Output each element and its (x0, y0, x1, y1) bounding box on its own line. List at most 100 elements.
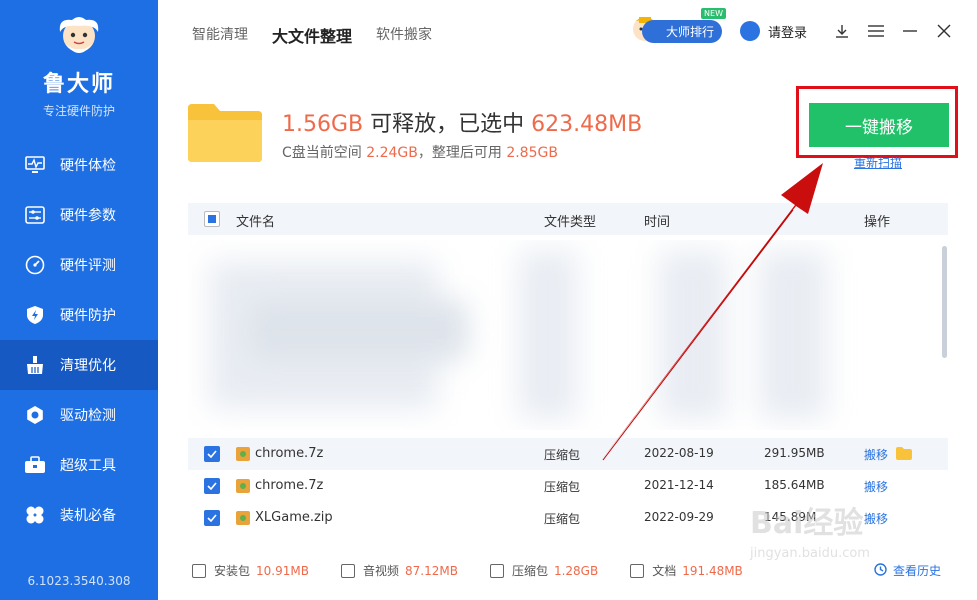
scrollbar[interactable] (942, 246, 947, 358)
move-link[interactable]: 搬移 (864, 446, 888, 463)
sidebar-nav: 硬件体检 硬件参数 硬件评测 硬件防护 清理优化 驱动检测 超级工具 装机必备 (0, 140, 158, 540)
toolbox-icon (24, 454, 46, 476)
rank-button[interactable]: 大师排行 NEW (630, 8, 726, 44)
rank-label: 大师排行 (641, 19, 722, 43)
file-type: 压缩包 (544, 448, 581, 462)
column-header-type[interactable]: 文件类型 (544, 211, 596, 230)
tab-smart-clean[interactable]: 智能清理 (192, 24, 248, 47)
stat-media[interactable]: 音视频 87.12MB (340, 562, 458, 579)
sidebar-item-label: 驱动检测 (60, 408, 116, 424)
current-space-label: C盘当前空间 (282, 145, 362, 161)
shield-icon (24, 304, 46, 326)
tab-bar: 智能清理 大文件整理 软件搬家 (192, 24, 456, 47)
file-time: 2021-12-14 (644, 478, 714, 492)
sidebar-item-label: 装机必备 (60, 508, 116, 524)
stat-value: 87.12MB (404, 563, 458, 578)
sidebar-item-hardware-benchmark[interactable]: 硬件评测 (0, 240, 158, 290)
watermark-url: jingyan.baidu.com (750, 546, 870, 561)
sidebar-item-label: 硬件评测 (60, 258, 116, 274)
stat-label: 安装包 (214, 564, 251, 578)
after-space-label: ，整理后可用 (417, 145, 502, 161)
play-icon (340, 563, 355, 578)
rescan-link[interactable]: 重新扫描 (854, 154, 902, 171)
column-header-action: 操作 (864, 215, 891, 230)
file-name: XLGame.zip (255, 510, 333, 525)
login-button[interactable]: 请登录 (739, 21, 807, 41)
row-checkbox[interactable] (204, 446, 220, 462)
monitor-pulse-icon (24, 154, 46, 176)
sliders-icon (24, 204, 46, 226)
tab-software-move[interactable]: 软件搬家 (376, 24, 432, 47)
releasable-size: 1.56GB (282, 112, 364, 137)
current-space-value: 2.24GB (366, 145, 418, 161)
download-icon[interactable] (825, 21, 859, 41)
avatar (739, 21, 760, 41)
zip-icon (489, 563, 504, 578)
after-space-value: 2.85GB (506, 145, 558, 161)
brand-name: 鲁大师 (42, 72, 115, 97)
version-label: 6.1023.3540.308 (27, 574, 131, 588)
table-row[interactable]: chrome.7z 压缩包 2022-08-19 291.95MB 搬移 (188, 438, 948, 470)
file-size: 291.95MB (764, 446, 825, 460)
table-header: 文件名 文件类型 时间 操作 (188, 203, 948, 235)
highlight-box: 一键搬移 (796, 86, 958, 158)
releasable-summary: 1.56GB 可释放，已选中 623.48MB (282, 106, 642, 138)
stat-label: 音视频 (362, 564, 399, 578)
brand-tagline: 专注硬件防护 (42, 104, 115, 118)
file-type: 压缩包 (544, 480, 581, 494)
tab-large-files[interactable]: 大文件整理 (272, 23, 352, 47)
clover-icon (24, 504, 46, 526)
gear-icon (24, 404, 46, 426)
sidebar-item-label: 清理优化 (60, 358, 116, 374)
file-type: 压缩包 (544, 512, 581, 526)
stat-documents[interactable]: 文档 191.48MB (630, 562, 743, 579)
package-icon (192, 563, 206, 578)
menu-icon[interactable] (859, 21, 893, 41)
open-folder-icon[interactable] (896, 447, 912, 464)
column-header-time[interactable]: 时间 (644, 211, 670, 230)
move-link[interactable]: 搬移 (864, 478, 888, 495)
blurred-file-list (188, 240, 933, 430)
sidebar-item-label: 硬件防护 (60, 308, 116, 324)
stat-label: 文档 (652, 564, 677, 578)
file-time: 2022-09-29 (644, 510, 714, 524)
master-face-icon (54, 14, 104, 60)
document-icon (630, 563, 645, 578)
folder-icon (188, 102, 262, 162)
file-time: 2022-08-19 (644, 446, 714, 460)
sidebar-item-hardware-check[interactable]: 硬件体检 (0, 140, 158, 190)
baidu-watermark: Bai经验 jingyan.baidu.com (750, 498, 950, 588)
sidebar-item-label: 硬件参数 (60, 208, 116, 224)
sidebar-item-hardware-protection[interactable]: 硬件防护 (0, 290, 158, 340)
archive-file-icon (236, 479, 250, 493)
sidebar-item-essentials[interactable]: 装机必备 (0, 490, 158, 540)
one-click-move-button[interactable]: 一键搬移 (809, 103, 949, 147)
stat-label: 压缩包 (511, 564, 548, 578)
login-label: 请登录 (767, 25, 807, 41)
row-checkbox[interactable] (204, 510, 220, 526)
column-header-name[interactable]: 文件名 (236, 211, 275, 230)
sidebar-item-hardware-params[interactable]: 硬件参数 (0, 190, 158, 240)
broom-icon (24, 354, 46, 376)
stat-archives[interactable]: 压缩包 1.28GB (489, 562, 598, 579)
row-checkbox[interactable] (204, 478, 220, 494)
stat-installers[interactable]: 安装包 10.91MB (192, 562, 309, 579)
close-icon[interactable] (927, 21, 961, 41)
top-bar: 智能清理 大文件整理 软件搬家 大师排行 NEW 请登录 (158, 0, 977, 70)
sidebar: 鲁大师 专注硬件防护 硬件体检 硬件参数 硬件评测 硬件防护 清理优化 驱动检测… (0, 0, 158, 600)
sidebar-item-driver-check[interactable]: 驱动检测 (0, 390, 158, 440)
space-summary: C盘当前空间 2.24GB，整理后可用 2.85GB (282, 142, 558, 162)
selected-size: 623.48MB (531, 112, 643, 137)
minimize-icon[interactable] (893, 21, 927, 41)
select-all-checkbox[interactable] (204, 211, 220, 227)
gauge-icon (24, 254, 46, 276)
sidebar-item-cleanup[interactable]: 清理优化 (0, 340, 158, 390)
archive-file-icon (236, 511, 250, 525)
new-badge: NEW (701, 8, 726, 19)
file-size: 185.64MB (764, 478, 825, 492)
watermark-brand: Bai经验 (750, 506, 864, 541)
category-stats: 安装包 10.91MB 音视频 87.12MB 压缩包 1.28GB 文档 19… (192, 562, 775, 579)
releasable-text: 可释放，已选中 (370, 112, 525, 137)
top-right-controls: 大师排行 NEW 请登录 (630, 8, 961, 44)
sidebar-item-super-tools[interactable]: 超级工具 (0, 440, 158, 490)
